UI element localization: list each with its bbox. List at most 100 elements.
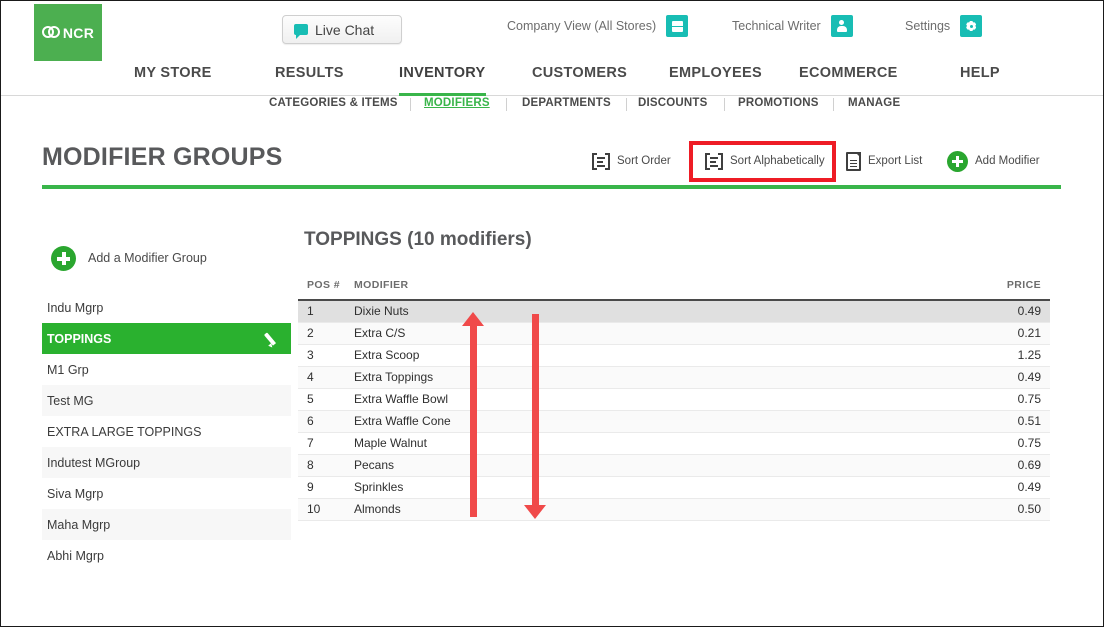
plus-circle-icon xyxy=(51,245,76,271)
add-modifier-button[interactable]: Add Modifier xyxy=(947,147,1040,175)
modifiers-table: POS # MODIFIER PRICE 1 Dixie Nuts 0.49 2 Ext… xyxy=(298,279,1050,521)
cell-pos: 2 xyxy=(298,322,354,345)
add-modifier-group-label: Add a Modifier Group xyxy=(88,251,207,265)
main-navigation: MY STORE RESULTS INVENTORY CUSTOMERS EMPLOYE… xyxy=(1,65,1103,96)
sort-order-button[interactable]: Sort Order xyxy=(592,147,671,175)
cell-price: 0.69 xyxy=(702,454,1050,477)
sidebar-group-label: Abhi Mgrp xyxy=(47,548,104,563)
table-header: POS # MODIFIER PRICE xyxy=(298,279,1050,301)
sub-nav-divider xyxy=(833,98,834,111)
sort-order-label: Sort Order xyxy=(617,155,671,167)
sub-tab-categories-items[interactable]: CATEGORIES & ITEMS xyxy=(269,97,398,109)
company-view-label: Company View (All Stores) xyxy=(507,19,657,33)
sidebar-group-item[interactable]: Maha Mgrp xyxy=(42,509,291,540)
add-modifier-group-button[interactable]: Add a Modifier Group xyxy=(42,238,291,278)
nav-tab-employees[interactable]: EMPLOYEES xyxy=(669,65,762,96)
sidebar-group-label: M1 Grp xyxy=(47,362,89,377)
sidebar-group-item[interactable]: Siva Mgrp xyxy=(42,478,291,509)
company-view-selector[interactable]: Company View (All Stores) xyxy=(507,15,689,37)
nav-tab-customers[interactable]: CUSTOMERS xyxy=(532,65,627,96)
modifier-group-list: Indu Mgrp TOPPINGS M1 Grp Test MG EXTRA LARG… xyxy=(42,292,291,571)
column-header-price[interactable]: PRICE xyxy=(702,279,1050,301)
store-icon[interactable] xyxy=(666,15,689,37)
sub-navigation: CATEGORIES & ITEMS MODIFIERS DEPARTMENTS DI… xyxy=(1,97,1103,127)
sidebar-group-label: TOPPINGS xyxy=(47,331,112,346)
cell-price: 0.51 xyxy=(702,410,1050,433)
nav-tab-my-store[interactable]: MY STORE xyxy=(134,65,212,96)
user-icon[interactable] xyxy=(830,15,853,37)
live-chat-button[interactable]: Live Chat xyxy=(282,15,402,44)
panel-title: TOPPINGS (10 modifiers) xyxy=(304,229,532,250)
user-menu[interactable]: Technical Writer xyxy=(732,15,853,37)
settings-label: Settings xyxy=(905,19,951,33)
sub-nav-divider xyxy=(626,98,627,111)
sidebar-group-item[interactable]: EXTRA LARGE TOPPINGS xyxy=(42,416,291,447)
table-row[interactable]: 1 Dixie Nuts 0.49 xyxy=(298,300,1050,323)
document-icon xyxy=(846,151,861,171)
sidebar-group-item[interactable]: Indu Mgrp xyxy=(42,292,291,323)
sidebar-group-item[interactable]: Abhi Mgrp xyxy=(42,540,291,571)
user-label: Technical Writer xyxy=(732,19,821,33)
nav-tab-ecommerce[interactable]: ECOMMERCE xyxy=(799,65,898,96)
nav-tab-results[interactable]: RESULTS xyxy=(275,65,344,96)
nav-tab-inventory[interactable]: INVENTORY xyxy=(399,65,486,96)
sidebar-group-label: Maha Mgrp xyxy=(47,517,111,532)
sort-alphabetically-label: Sort Alphabetically xyxy=(730,155,825,167)
ncr-logo-text: NCR xyxy=(62,24,95,41)
cell-pos: 6 xyxy=(298,410,354,433)
edit-pencil-icon[interactable] xyxy=(265,330,282,347)
sidebar-group-item[interactable]: Indutest MGroup xyxy=(42,447,291,478)
sub-tab-manage[interactable]: MANAGE xyxy=(848,97,900,109)
table-row[interactable]: 9 Sprinkles 0.49 xyxy=(298,476,1050,499)
ncr-rings-icon xyxy=(41,26,60,39)
sub-nav-divider xyxy=(506,98,507,111)
modifier-group-sidebar: Add a Modifier Group Indu Mgrp TOPPINGS M1… xyxy=(42,238,291,571)
cell-pos: 3 xyxy=(298,344,354,367)
table-body: 1 Dixie Nuts 0.49 2 Extra C/S 0.21 3 Extra Scoo… xyxy=(298,300,1050,521)
sub-tab-departments[interactable]: DEPARTMENTS xyxy=(522,97,611,109)
table-row[interactable]: 5 Extra Waffle Bowl 0.75 xyxy=(298,388,1050,411)
sub-tab-promotions[interactable]: PROMOTIONS xyxy=(738,97,819,109)
table-row[interactable]: 7 Maple Walnut 0.75 xyxy=(298,432,1050,455)
table-row[interactable]: 6 Extra Waffle Cone 0.51 xyxy=(298,410,1050,433)
sort-icon xyxy=(592,152,610,170)
sidebar-group-label: Siva Mgrp xyxy=(47,486,104,501)
settings-menu[interactable]: Settings xyxy=(905,15,983,37)
cell-pos: 8 xyxy=(298,454,354,477)
cell-pos: 4 xyxy=(298,366,354,389)
sub-nav-divider xyxy=(410,98,411,111)
column-header-modifier[interactable]: MODIFIER xyxy=(354,279,702,301)
table-row[interactable]: 10 Almonds 0.50 xyxy=(298,498,1050,521)
table-row[interactable]: 3 Extra Scoop 1.25 xyxy=(298,344,1050,367)
sidebar-group-label: EXTRA LARGE TOPPINGS xyxy=(47,424,202,439)
sidebar-group-item[interactable]: Test MG xyxy=(42,385,291,416)
table-row[interactable]: 8 Pecans 0.69 xyxy=(298,454,1050,477)
table-header-row: POS # MODIFIER PRICE xyxy=(298,279,1050,301)
sidebar-group-label: Indutest MGroup xyxy=(47,455,141,470)
ncr-logo[interactable]: NCR xyxy=(34,4,102,61)
table-row[interactable]: 2 Extra C/S 0.21 xyxy=(298,322,1050,345)
page-title: MODIFIER GROUPS xyxy=(42,143,283,171)
sub-tab-modifiers[interactable]: MODIFIERS xyxy=(424,97,490,109)
gear-icon[interactable] xyxy=(960,15,983,37)
add-modifier-label: Add Modifier xyxy=(975,155,1040,167)
app-window: NCR Live Chat Company View (All Stores) … xyxy=(0,0,1104,627)
cell-price: 0.49 xyxy=(702,366,1050,389)
cell-pos: 5 xyxy=(298,388,354,411)
down-arrow-annotation xyxy=(524,314,546,519)
sidebar-group-item[interactable]: TOPPINGS xyxy=(42,323,291,354)
sidebar-group-label: Test MG xyxy=(47,393,94,408)
sidebar-group-label: Indu Mgrp xyxy=(47,300,104,315)
up-arrow-annotation xyxy=(462,312,484,517)
cell-pos: 7 xyxy=(298,432,354,455)
cell-price: 0.21 xyxy=(702,322,1050,345)
nav-tab-help[interactable]: HELP xyxy=(960,65,1000,96)
column-header-pos[interactable]: POS # xyxy=(298,279,354,301)
sort-alphabetically-button[interactable]: Sort Alphabetically xyxy=(705,147,825,175)
sub-tab-discounts[interactable]: DISCOUNTS xyxy=(638,97,708,109)
plus-circle-icon xyxy=(947,150,968,172)
sidebar-group-item[interactable]: M1 Grp xyxy=(42,354,291,385)
table-row[interactable]: 4 Extra Toppings 0.49 xyxy=(298,366,1050,389)
export-list-button[interactable]: Export List xyxy=(846,147,922,175)
top-header: NCR Live Chat Company View (All Stores) … xyxy=(1,1,1103,65)
